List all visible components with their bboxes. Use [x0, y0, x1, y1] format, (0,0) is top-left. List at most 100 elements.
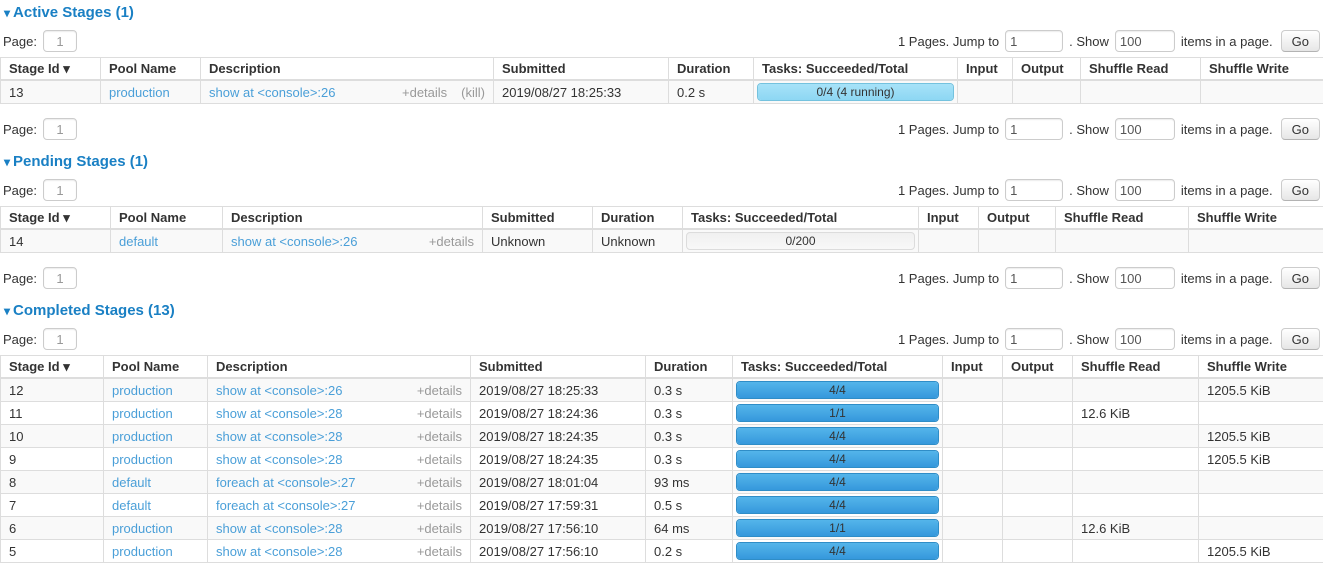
show-items-input[interactable]: [1115, 30, 1175, 52]
stage-description-link[interactable]: show at <console>:26: [209, 85, 335, 100]
task-progress-bar: 4/4: [736, 381, 939, 399]
column-header-tasks-succeeded-total[interactable]: Tasks: Succeeded/Total: [683, 207, 919, 230]
pages-count-text: 1 Pages. Jump to: [898, 271, 999, 286]
stage-description-link[interactable]: foreach at <console>:27: [216, 475, 356, 490]
details-toggle[interactable]: +details: [409, 429, 462, 444]
pool-name-link[interactable]: production: [112, 544, 173, 559]
shuffle-write-cell: [1199, 471, 1323, 494]
stage-description-link[interactable]: show at <console>:28: [216, 521, 342, 536]
jump-to-input[interactable]: [1005, 328, 1063, 350]
pool-name-link[interactable]: production: [112, 383, 173, 398]
details-toggle[interactable]: +details: [409, 383, 462, 398]
stage-description-link[interactable]: show at <console>:28: [216, 429, 342, 444]
stages-page: ▾Active Stages (1)Page:1 Pages. Jump to.…: [0, 0, 1323, 563]
tasks-cell: 4/4: [733, 540, 943, 563]
column-header-submitted[interactable]: Submitted: [471, 356, 646, 379]
column-header-description[interactable]: Description: [201, 58, 494, 81]
column-header-submitted[interactable]: Submitted: [483, 207, 593, 230]
column-header-label: Description: [209, 61, 281, 76]
column-header-description[interactable]: Description: [223, 207, 483, 230]
column-header-input[interactable]: Input: [943, 356, 1003, 379]
pool-name-link[interactable]: default: [112, 475, 151, 490]
details-toggle[interactable]: +details: [409, 452, 462, 467]
section-toggle-active-stages[interactable]: ▾Active Stages (1): [4, 4, 1323, 22]
section-toggle-completed-stages[interactable]: ▾Completed Stages (13): [4, 302, 1323, 320]
column-header-label: Output: [987, 210, 1030, 225]
pool-name-link[interactable]: production: [112, 406, 173, 421]
details-toggle[interactable]: +details: [409, 475, 462, 490]
page-input[interactable]: [43, 118, 77, 140]
column-header-shuffle-write[interactable]: Shuffle Write: [1201, 58, 1323, 81]
pool-name-link[interactable]: production: [109, 85, 170, 100]
jump-to-input[interactable]: [1005, 118, 1063, 140]
column-header-stage-id[interactable]: Stage Id ▾: [1, 58, 101, 81]
column-header-input[interactable]: Input: [919, 207, 979, 230]
stage-description-link[interactable]: show at <console>:26: [216, 383, 342, 398]
page-input[interactable]: [43, 179, 77, 201]
show-items-input[interactable]: [1115, 328, 1175, 350]
jump-to-input[interactable]: [1005, 267, 1063, 289]
jump-to-input[interactable]: [1005, 179, 1063, 201]
pagination-left: Page:: [3, 118, 77, 140]
details-toggle[interactable]: +details: [409, 544, 462, 559]
show-items-input[interactable]: [1115, 179, 1175, 201]
pool-name-link[interactable]: production: [112, 429, 173, 444]
pool-name-link[interactable]: production: [112, 452, 173, 467]
details-toggle[interactable]: +details: [394, 85, 447, 100]
go-button[interactable]: Go: [1281, 179, 1320, 201]
column-header-shuffle-read[interactable]: Shuffle Read: [1056, 207, 1189, 230]
column-header-tasks-succeeded-total[interactable]: Tasks: Succeeded/Total: [754, 58, 958, 81]
column-header-pool-name[interactable]: Pool Name: [111, 207, 223, 230]
column-header-duration[interactable]: Duration: [646, 356, 733, 379]
details-toggle[interactable]: +details: [409, 406, 462, 421]
column-header-stage-id[interactable]: Stage Id ▾: [1, 207, 111, 230]
column-header-output[interactable]: Output: [1013, 58, 1081, 81]
column-header-stage-id[interactable]: Stage Id ▾: [1, 356, 104, 379]
jump-to-input[interactable]: [1005, 30, 1063, 52]
column-header-shuffle-read[interactable]: Shuffle Read: [1073, 356, 1199, 379]
column-header-submitted[interactable]: Submitted: [494, 58, 669, 81]
description-cell: foreach at <console>:27 +details: [208, 494, 471, 517]
column-header-duration[interactable]: Duration: [669, 58, 754, 81]
column-header-input[interactable]: Input: [958, 58, 1013, 81]
page-input[interactable]: [43, 267, 77, 289]
details-toggle[interactable]: +details: [409, 498, 462, 513]
column-header-tasks-succeeded-total[interactable]: Tasks: Succeeded/Total: [733, 356, 943, 379]
pool-name-link[interactable]: default: [119, 234, 158, 249]
pagination-right: 1 Pages. Jump to. Showitems in a page.Go: [898, 328, 1320, 350]
column-header-duration[interactable]: Duration: [593, 207, 683, 230]
column-header-output[interactable]: Output: [979, 207, 1056, 230]
stage-description-link[interactable]: show at <console>:28: [216, 452, 342, 467]
details-toggle[interactable]: +details: [409, 521, 462, 536]
go-button[interactable]: Go: [1281, 328, 1320, 350]
pages-count-text: 1 Pages. Jump to: [898, 332, 999, 347]
stage-description-link[interactable]: show at <console>:26: [231, 234, 357, 249]
column-header-shuffle-read[interactable]: Shuffle Read: [1081, 58, 1201, 81]
description-cell: show at <console>:28 +details: [208, 425, 471, 448]
go-button[interactable]: Go: [1281, 118, 1320, 140]
column-header-pool-name[interactable]: Pool Name: [101, 58, 201, 81]
page-label: Page:: [3, 183, 37, 198]
show-items-input[interactable]: [1115, 267, 1175, 289]
items-per-page-text: items in a page.: [1181, 332, 1273, 347]
column-header-shuffle-write[interactable]: Shuffle Write: [1189, 207, 1323, 230]
pool-name-link[interactable]: production: [112, 521, 173, 536]
column-header-description[interactable]: Description: [208, 356, 471, 379]
section-toggle-pending-stages[interactable]: ▾Pending Stages (1): [4, 153, 1323, 171]
pool-name-link[interactable]: default: [112, 498, 151, 513]
table-row: 6productionshow at <console>:28+details2…: [1, 517, 1323, 540]
page-input[interactable]: [43, 30, 77, 52]
stage-description-link[interactable]: show at <console>:28: [216, 406, 342, 421]
stage-description-link[interactable]: show at <console>:28: [216, 544, 342, 559]
go-button[interactable]: Go: [1281, 267, 1320, 289]
column-header-output[interactable]: Output: [1003, 356, 1073, 379]
column-header-shuffle-write[interactable]: Shuffle Write: [1199, 356, 1323, 379]
kill-link[interactable]: (kill): [461, 85, 485, 100]
column-header-pool-name[interactable]: Pool Name: [104, 356, 208, 379]
go-button[interactable]: Go: [1281, 30, 1320, 52]
show-items-input[interactable]: [1115, 118, 1175, 140]
page-input[interactable]: [43, 328, 77, 350]
stage-description-link[interactable]: foreach at <console>:27: [216, 498, 356, 513]
details-toggle[interactable]: +details: [421, 234, 474, 249]
stage-id-cell: 5: [1, 540, 104, 563]
